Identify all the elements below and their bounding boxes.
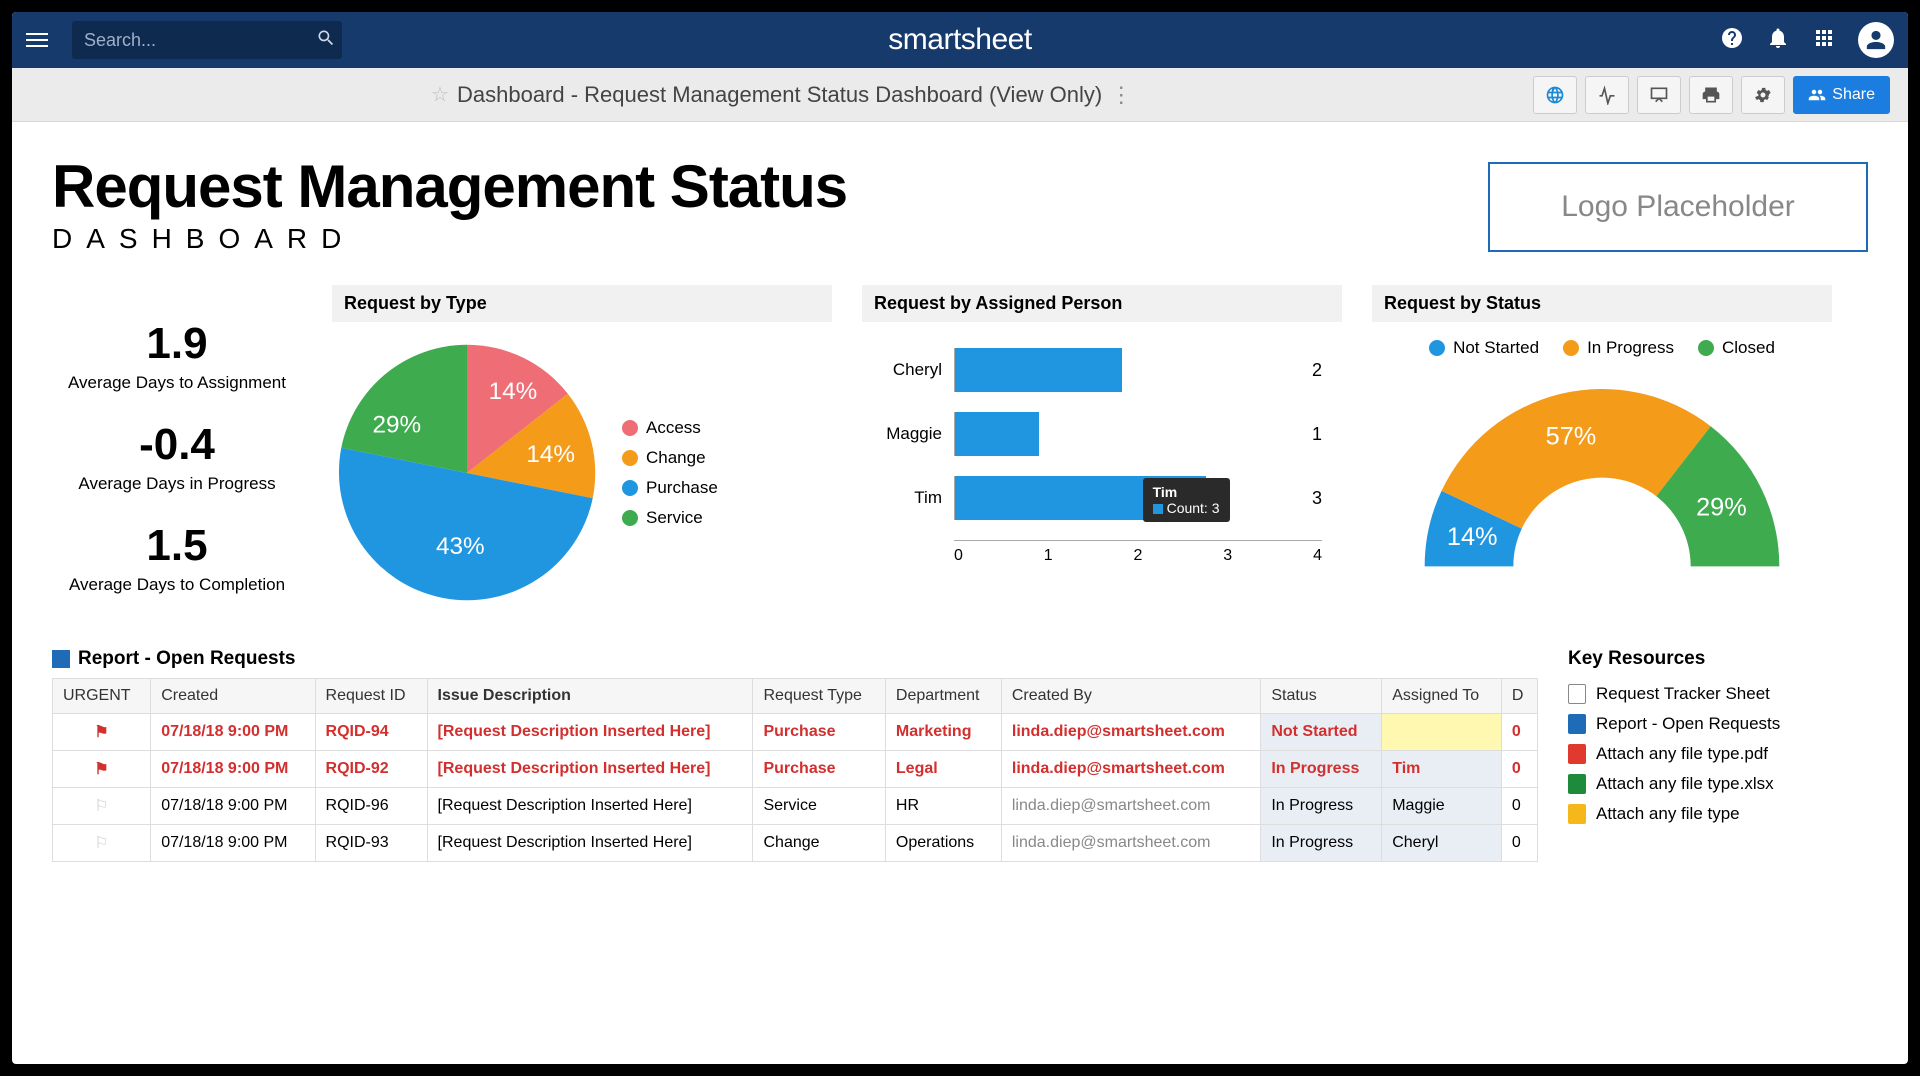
table-row[interactable]: ⚐ 07/18/18 9:00 PMRQID-93[Request Descri…	[53, 825, 1538, 862]
table-row[interactable]: ⚑ 07/18/18 9:00 PMRQID-94[Request Descri…	[53, 714, 1538, 751]
resource-item[interactable]: Attach any file type.pdf	[1568, 744, 1868, 764]
kpi-label: Average Days in Progress	[52, 474, 302, 494]
kpi-value: 1.5	[52, 521, 302, 571]
kpi-label: Average Days to Completion	[52, 575, 302, 595]
table-header[interactable]: URGENT	[53, 679, 151, 714]
table-header[interactable]: Issue Description	[427, 679, 753, 714]
search-box[interactable]	[72, 21, 342, 59]
chart-request-by-person: Request by Assigned Person Cheryl2 Maggie…	[862, 285, 1342, 608]
table-header[interactable]: D	[1501, 679, 1537, 714]
share-label: Share	[1832, 86, 1875, 104]
kpi-column: 1.9 Average Days to Assignment -0.4 Averag…	[52, 285, 302, 608]
bar-row: TimTimCount: 33	[862, 476, 1322, 520]
bar-row: Maggie1	[862, 412, 1322, 456]
breadcrumb: ☆ Dashboard - Request Management Status …	[431, 82, 1132, 108]
resource-item[interactable]: Request Tracker Sheet	[1568, 684, 1868, 704]
kpi-value: -0.4	[52, 420, 302, 470]
chart-request-by-status: Request by Status Not Started In Progres…	[1372, 285, 1832, 608]
page-subtitle: DASHBOARD	[52, 223, 847, 255]
brand-logo: smartsheet	[888, 23, 1031, 57]
search-input[interactable]	[84, 30, 316, 51]
table-row[interactable]: ⚑ 07/18/18 9:00 PMRQID-92[Request Descri…	[53, 751, 1538, 788]
pie-legend: Access Change Purchase Service	[622, 418, 718, 528]
flag-icon: ⚐	[94, 835, 108, 852]
chart-request-by-type: Request by Type 14% 14% 43% 29%	[332, 285, 832, 608]
top-bar: smartsheet	[12, 12, 1908, 68]
svg-text:29%: 29%	[1696, 493, 1747, 521]
menu-icon[interactable]	[26, 26, 54, 54]
file-icon	[1568, 684, 1586, 704]
svg-text:29%: 29%	[372, 412, 421, 439]
chart-tooltip: TimCount: 3	[1143, 478, 1230, 522]
share-button[interactable]: Share	[1793, 76, 1890, 114]
report-icon	[52, 650, 70, 668]
resources-title: Key Resources	[1568, 648, 1868, 670]
svg-text:14%: 14%	[489, 378, 538, 405]
file-icon	[1568, 804, 1586, 824]
breadcrumb-title: Dashboard - Request Management Status Da…	[457, 82, 1102, 108]
page-title: Request Management Status	[52, 152, 847, 221]
svg-text:43%: 43%	[436, 533, 485, 560]
table-header[interactable]: Created By	[1001, 679, 1260, 714]
toolbar: ☆ Dashboard - Request Management Status …	[12, 68, 1908, 122]
file-icon	[1568, 714, 1586, 734]
flag-icon: ⚐	[94, 798, 108, 815]
pie-chart: 14% 14% 43% 29%	[332, 338, 602, 608]
table-header[interactable]: Request ID	[315, 679, 427, 714]
chart-title: Request by Assigned Person	[862, 285, 1342, 322]
kpi-label: Average Days to Assignment	[52, 373, 302, 393]
chart-title: Request by Status	[1372, 285, 1832, 322]
apps-icon[interactable]	[1812, 26, 1836, 55]
search-icon[interactable]	[316, 28, 336, 53]
table-header[interactable]: Assigned To	[1382, 679, 1502, 714]
present-button[interactable]	[1637, 76, 1681, 114]
table-header[interactable]: Department	[885, 679, 1001, 714]
table-header[interactable]: Created	[151, 679, 315, 714]
chart-title: Request by Type	[332, 285, 832, 322]
semi-donut-chart: 14% 57% 29%	[1412, 374, 1792, 594]
resource-item[interactable]: Attach any file type	[1568, 804, 1868, 824]
table-header[interactable]: Status	[1261, 679, 1382, 714]
file-icon	[1568, 744, 1586, 764]
svg-text:57%: 57%	[1546, 423, 1597, 451]
report-open-requests: Report - Open Requests URGENTCreatedRequ…	[52, 648, 1538, 862]
donut-legend: Not Started In Progress Closed	[1372, 338, 1832, 358]
resource-item[interactable]: Attach any file type.xlsx	[1568, 774, 1868, 794]
activity-button[interactable]	[1585, 76, 1629, 114]
key-resources: Key Resources Request Tracker Sheet Repor…	[1568, 648, 1868, 862]
x-axis: 01234	[954, 540, 1322, 565]
bell-icon[interactable]	[1766, 26, 1790, 55]
help-icon[interactable]	[1720, 26, 1744, 55]
kebab-icon[interactable]: ⋮	[1110, 82, 1132, 108]
star-icon[interactable]: ☆	[431, 82, 449, 107]
flag-icon: ⚑	[94, 724, 108, 741]
resource-item[interactable]: Report - Open Requests	[1568, 714, 1868, 734]
print-button[interactable]	[1689, 76, 1733, 114]
file-icon	[1568, 774, 1586, 794]
table-row[interactable]: ⚐ 07/18/18 9:00 PMRQID-96[Request Descri…	[53, 788, 1538, 825]
table-header[interactable]: Request Type	[753, 679, 885, 714]
globe-button[interactable]	[1533, 76, 1577, 114]
bar-row: Cheryl2	[862, 348, 1322, 392]
report-table: URGENTCreatedRequest IDIssue Description…	[52, 678, 1538, 862]
svg-text:14%: 14%	[526, 441, 575, 468]
kpi-value: 1.9	[52, 319, 302, 369]
avatar[interactable]	[1858, 22, 1894, 58]
logo-placeholder: Logo Placeholder	[1488, 162, 1868, 252]
svg-text:14%: 14%	[1447, 523, 1498, 551]
flag-icon: ⚑	[94, 761, 108, 778]
settings-button[interactable]	[1741, 76, 1785, 114]
